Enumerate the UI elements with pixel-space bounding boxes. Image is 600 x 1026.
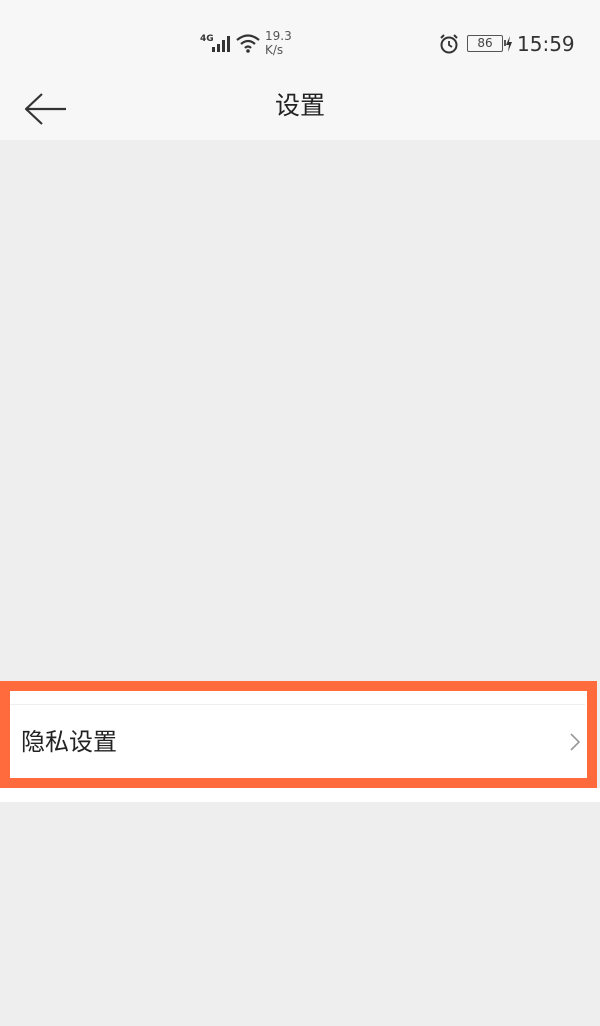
- signal-icon: 4G: [200, 34, 230, 52]
- back-arrow-icon: [24, 93, 66, 125]
- status-bar: 4G 19.3 K/s 86 15:59: [0, 0, 600, 78]
- charging-bolt-icon: [506, 36, 512, 52]
- network-type-label: 4G: [200, 34, 214, 44]
- settings-content: [0, 140, 600, 1026]
- section-divider: [0, 788, 600, 802]
- page-title: 设置: [274, 91, 325, 120]
- wifi-icon: [236, 34, 260, 53]
- status-time: 15:59: [517, 32, 575, 56]
- battery-level: 86: [477, 36, 493, 50]
- settings-item-privacy[interactable]: 隐私设置: [10, 704, 585, 778]
- network-speed: 19.3 K/s: [265, 29, 301, 57]
- chevron-right-icon: [570, 733, 581, 751]
- alarm-icon: [440, 34, 458, 54]
- back-button[interactable]: [18, 84, 74, 134]
- network-speed-value: 19.3: [265, 29, 292, 43]
- settings-item-label: 隐私设置: [21, 728, 117, 756]
- battery-icon: 86: [467, 35, 506, 52]
- title-bar: 设置: [0, 78, 600, 140]
- network-speed-unit: K/s: [265, 43, 284, 57]
